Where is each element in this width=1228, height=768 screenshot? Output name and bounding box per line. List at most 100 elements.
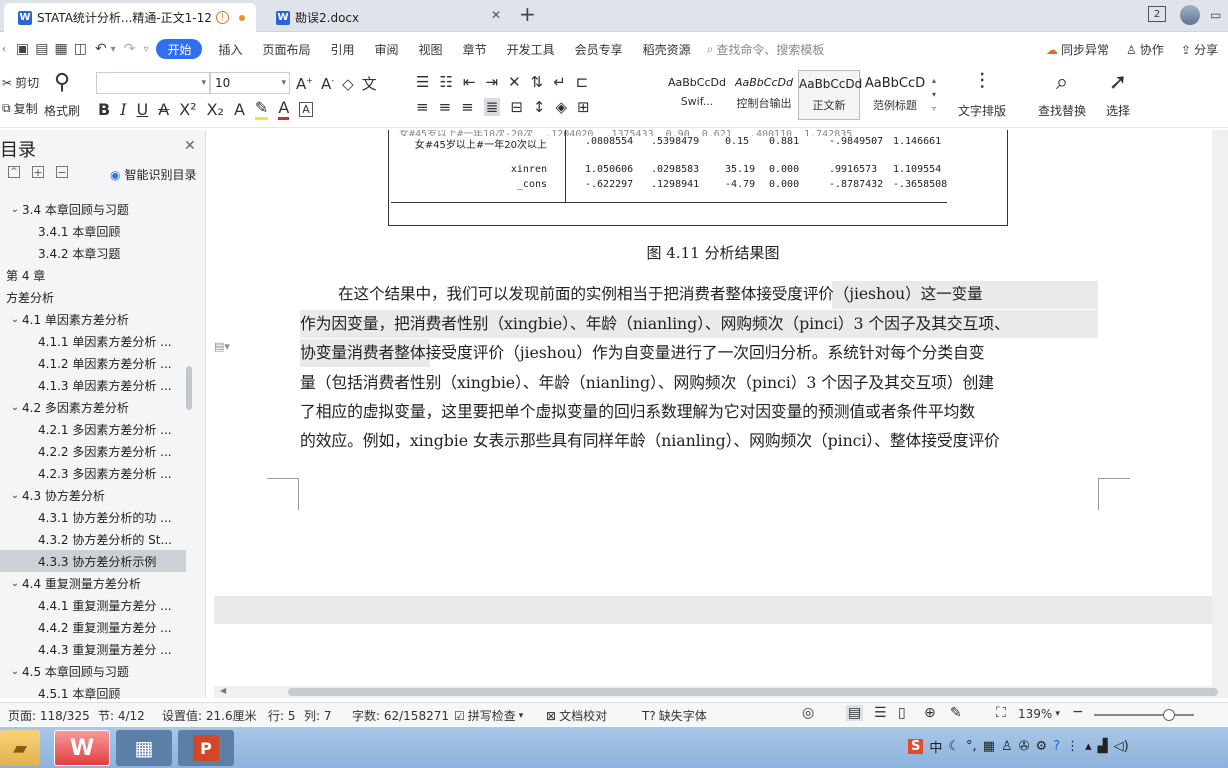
toc-item[interactable]: 4.3.2 协方差分析的 St... bbox=[0, 528, 186, 550]
zoom-out-icon[interactable]: − bbox=[1072, 704, 1084, 720]
zoom-slider-knob[interactable] bbox=[1163, 709, 1175, 721]
settings-icon[interactable]: ⚙ bbox=[1036, 739, 1048, 754]
chevron-down-icon[interactable]: ▿ bbox=[143, 44, 148, 55]
print-preview-icon[interactable]: ◫ bbox=[74, 41, 87, 57]
style-scroll-icon[interactable]: ▴ ▾ ▿ bbox=[932, 74, 936, 116]
zoom-select[interactable]: 139% ▾ bbox=[1018, 707, 1060, 721]
tab-document-2[interactable]: W 勘误2.docx bbox=[262, 3, 510, 32]
menu-review[interactable]: 审阅 bbox=[365, 37, 409, 61]
user-tray-icon[interactable]: ♙ bbox=[1001, 739, 1013, 754]
phonetic-icon[interactable]: 文 bbox=[362, 73, 377, 94]
network-icon[interactable]: ▟ bbox=[1098, 739, 1108, 754]
style-swift[interactable]: AaBbCcDd Swif... bbox=[666, 76, 728, 108]
paragraph-line[interactable]: 了相应的虚拟变量，这里要把单个虚拟变量的回归系数理解为它对因变量的预测值或者条件… bbox=[300, 397, 1098, 426]
close-icon[interactable]: ✕ bbox=[184, 138, 196, 154]
expand-icon[interactable]: + bbox=[32, 166, 44, 179]
toc-item[interactable]: ⌄ 4.1 单因素方差分析 bbox=[0, 308, 186, 330]
shrink-font-icon[interactable]: A- bbox=[321, 75, 334, 93]
menu-view[interactable]: 视图 bbox=[409, 37, 453, 61]
menu-docer[interactable]: 稻壳资源 bbox=[633, 37, 701, 61]
zoom-slider[interactable] bbox=[1094, 709, 1194, 721]
toc-item[interactable]: 4.1.3 单因素方差分析 ... bbox=[0, 374, 186, 396]
numbered-list-icon[interactable]: ☷ bbox=[439, 73, 452, 91]
format-painter-button[interactable]: ⚲ 格式刷 bbox=[44, 70, 80, 119]
strikethrough-icon[interactable]: A bbox=[158, 100, 169, 119]
open-folder-icon[interactable]: ▣ bbox=[16, 41, 29, 57]
distributed-icon[interactable]: ⊟ bbox=[510, 98, 523, 116]
undo-icon[interactable]: ↶ bbox=[95, 41, 107, 57]
toc-item[interactable]: 4.4.3 重复测量方差分 ... bbox=[0, 638, 186, 660]
toc-item[interactable]: 方差分析 bbox=[0, 286, 186, 308]
vertical-scrollbar[interactable] bbox=[1212, 130, 1228, 690]
text-effect-icon[interactable]: A bbox=[234, 100, 245, 119]
subscript-icon[interactable]: X₂ bbox=[207, 100, 224, 119]
setting-value[interactable]: 设置值: 21.6厘米 bbox=[162, 707, 257, 724]
word-count[interactable]: 字数: 62/158271 bbox=[352, 707, 449, 724]
tools-icon[interactable]: ✇ bbox=[1019, 739, 1030, 754]
text-layout-button[interactable]: ⫶ 文字排版 bbox=[958, 70, 1006, 119]
write-mode-icon[interactable]: ✎ bbox=[950, 705, 962, 721]
font-name-select[interactable]: ▾ bbox=[96, 72, 210, 94]
command-search[interactable]: ⌕ 查找命令、搜索模板 bbox=[707, 41, 825, 58]
collapse-icon[interactable]: − bbox=[56, 166, 68, 179]
sidebar-scrollbar[interactable] bbox=[186, 366, 192, 410]
missing-font-button[interactable]: T? 缺失字体 bbox=[642, 707, 707, 724]
page-view-icon[interactable]: ▤ bbox=[846, 705, 864, 721]
paragraph-line[interactable]: 的效应。例如，xingbie 女表示那些具有同样年龄（nianling）、网购频… bbox=[300, 426, 1098, 455]
toc-item[interactable]: ⌄ 4.2 多因素方差分析 bbox=[0, 396, 186, 418]
paragraph-marker-icon[interactable]: ▤▾ bbox=[214, 340, 230, 353]
horizontal-scroll-thumb[interactable] bbox=[288, 688, 1218, 696]
fit-page-icon[interactable]: ⛶ bbox=[996, 705, 1006, 721]
wps-writer-taskbar-icon[interactable]: W bbox=[54, 730, 110, 766]
align-right-icon[interactable]: ≡ bbox=[461, 98, 474, 116]
grow-font-icon[interactable]: A+ bbox=[296, 75, 313, 93]
help-icon[interactable]: ? bbox=[1053, 739, 1060, 754]
toc-item[interactable]: 4.3.1 协方差分析的功 ... bbox=[0, 506, 186, 528]
select-button[interactable]: ➚ 选择 bbox=[1106, 70, 1130, 119]
menu-developer[interactable]: 开发工具 bbox=[497, 37, 565, 61]
toc-item[interactable]: 4.2.1 多因素方差分析 ... bbox=[0, 418, 186, 440]
window-count-badge[interactable]: 2 bbox=[1148, 6, 1166, 22]
chevron-down-icon[interactable]: ⌄ bbox=[8, 402, 22, 413]
spell-check-button[interactable]: ☑ 拼写检查 ▾ bbox=[454, 707, 523, 724]
show-marks-icon[interactable]: ↵ bbox=[553, 73, 566, 91]
toc-item[interactable]: ⌄ 4.4 重复测量方差分析 bbox=[0, 572, 186, 594]
superscript-icon[interactable]: X² bbox=[179, 100, 196, 119]
menu-home[interactable]: 开始 bbox=[156, 39, 203, 59]
style-body-new[interactable]: AaBbCcDd 正文新 bbox=[798, 70, 862, 120]
toc-item[interactable]: 3.4.2 本章习题 bbox=[0, 242, 186, 264]
justify-icon[interactable]: ≣ bbox=[483, 98, 501, 116]
chevron-down-icon[interactable]: ⌄ bbox=[8, 204, 22, 215]
close-tab-icon[interactable]: ✕ bbox=[491, 8, 501, 22]
collab-button[interactable]: ♙ 协作 bbox=[1126, 41, 1164, 58]
menu-insert[interactable]: 插入 bbox=[208, 37, 252, 61]
style-example-title[interactable]: AaBbCcD 范例标题 bbox=[864, 76, 926, 113]
chevron-down-icon[interactable]: ⌄ bbox=[8, 578, 22, 589]
align-center-icon[interactable]: ≡ bbox=[439, 98, 452, 116]
section-indicator[interactable]: 节: 4/12 bbox=[98, 707, 145, 724]
powerpoint-icon[interactable]: P bbox=[178, 730, 234, 766]
font-size-select[interactable]: 10 ▾ bbox=[210, 72, 290, 94]
chevron-down-icon[interactable]: ⌄ bbox=[8, 314, 22, 325]
tray-more-icon[interactable]: ⋮ bbox=[1066, 739, 1079, 754]
punctuation-icon[interactable]: °, bbox=[966, 739, 977, 754]
toc-item[interactable]: ⌄ 4.5 本章回顾与习题 bbox=[0, 660, 186, 682]
collapse-all-icon[interactable]: ^ bbox=[8, 166, 20, 178]
bold-icon[interactable]: B bbox=[98, 100, 110, 119]
file-explorer-icon[interactable]: ▰ bbox=[0, 730, 40, 766]
reading-view-icon[interactable]: ▯ bbox=[898, 705, 906, 721]
proofread-button[interactable]: ⊠ 文档校对 bbox=[546, 707, 607, 724]
line-spacing-icon[interactable]: ↕ bbox=[533, 98, 546, 116]
paragraph-line[interactable]: 量（包括消费者性别（xingbie）、年龄（nianling）、网购频次（pin… bbox=[300, 368, 1098, 397]
tab-document-active[interactable]: W STATA统计分析...精通-正文1-12 ! bbox=[4, 3, 256, 32]
search-input[interactable]: 查找命令、搜索模板 bbox=[716, 41, 824, 58]
paragraph-line[interactable]: 在这个结果中，我们可以发现前面的实例相当于把消费者整体接受度评价（jieshou… bbox=[300, 280, 1098, 309]
font-color-icon[interactable]: A bbox=[278, 98, 290, 120]
toc-item[interactable]: 4.2.2 多因素方差分析 ... bbox=[0, 440, 186, 462]
toc-item[interactable]: ⌄ 3.4 本章回顾与习题 bbox=[0, 198, 186, 220]
show-hidden-icon[interactable]: ▴ bbox=[1085, 739, 1092, 754]
sogou-ime-icon[interactable]: S bbox=[908, 739, 924, 754]
copy-button[interactable]: ⧉ 复制 bbox=[2, 100, 38, 117]
redo-icon[interactable]: ↷ bbox=[124, 41, 136, 57]
underline-icon[interactable]: U bbox=[137, 100, 149, 119]
